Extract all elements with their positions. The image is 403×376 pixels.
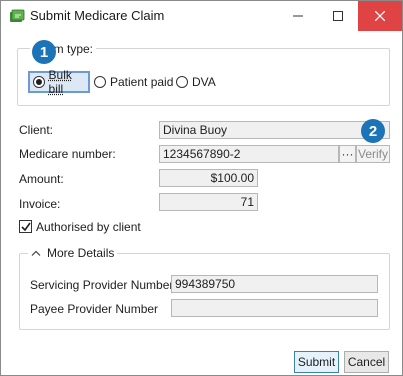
invoice-label: Invoice:	[19, 197, 61, 211]
radio-button[interactable]	[94, 76, 106, 88]
window-title: Submit Medicare Claim	[30, 8, 165, 23]
annotation-badge-1: 1	[32, 40, 56, 64]
more-details-legend: More Details	[47, 246, 115, 260]
authorised-label: Authorised by client	[36, 220, 141, 234]
radio-label: Patient paid	[110, 75, 174, 89]
radio-button[interactable]	[176, 76, 188, 88]
servicing-provider-field[interactable]: 994389750	[171, 275, 378, 293]
amount-field[interactable]: $100.00	[159, 169, 258, 187]
maximize-button[interactable]	[318, 1, 358, 31]
submit-medicare-claim-dialog: Submit Medicare Claim Claim type: Bulk b…	[0, 0, 403, 376]
annotation-badge-2: 2	[361, 119, 385, 143]
app-icon	[9, 8, 25, 24]
checkmark-icon	[20, 222, 31, 231]
client-label: Client:	[19, 123, 54, 137]
chevron-up-icon	[31, 250, 41, 256]
close-button[interactable]	[358, 1, 402, 31]
client-field[interactable]: Divina Buoy	[159, 121, 390, 139]
invoice-field[interactable]: 71	[159, 193, 258, 211]
minimize-icon	[293, 15, 303, 17]
servicing-provider-label: Servicing Provider Number	[30, 278, 174, 292]
cancel-button[interactable]: Cancel	[344, 351, 389, 373]
amount-label: Amount:	[19, 172, 64, 186]
medicare-number-label: Medicare number:	[19, 147, 116, 161]
radio-label: Bulk bill	[48, 68, 72, 96]
verify-button[interactable]: Verify	[356, 145, 390, 163]
maximize-icon	[333, 11, 343, 21]
radio-dva[interactable]: DVA	[176, 72, 216, 92]
radio-label: DVA	[192, 75, 216, 89]
submit-button[interactable]: Submit	[294, 351, 339, 373]
radio-patient-paid[interactable]: Patient paid	[94, 72, 173, 92]
browse-button[interactable]: ···	[339, 145, 356, 163]
more-details-toggle[interactable]: More Details	[28, 246, 118, 260]
medicare-number-field[interactable]: 1234567890-2	[159, 145, 339, 163]
radio-bulk-bill[interactable]: Bulk bill	[28, 68, 90, 96]
close-icon	[375, 11, 385, 21]
title-bar: Submit Medicare Claim	[1, 1, 402, 31]
authorised-checkbox[interactable]	[19, 220, 32, 233]
radio-button[interactable]	[33, 76, 45, 88]
payee-provider-field[interactable]	[171, 299, 378, 317]
minimize-button[interactable]	[278, 1, 318, 31]
payee-provider-label: Payee Provider Number	[30, 302, 159, 316]
